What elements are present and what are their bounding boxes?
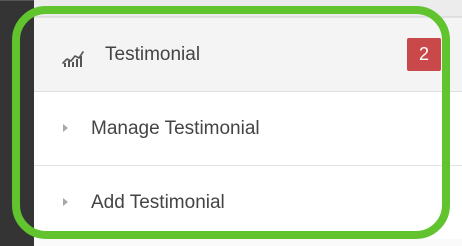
testimonial-menu-title: Testimonial (105, 44, 201, 65)
analytics-chart-icon (62, 51, 84, 67)
submenu-item-add-testimonial[interactable]: Add Testimonial (34, 166, 462, 246)
testimonial-menu: Testimonial 2 Manage Testimonial Add Tes… (34, 17, 462, 246)
submenu-item-manage-testimonial[interactable]: Manage Testimonial (34, 92, 462, 166)
content-top-strip (34, 0, 462, 17)
manage-testimonial-label: Manage Testimonial (91, 118, 260, 139)
caret-right-icon (63, 198, 68, 206)
add-testimonial-label: Add Testimonial (91, 192, 225, 213)
testimonial-menu-header[interactable]: Testimonial 2 (34, 18, 462, 92)
page-dark-edge (0, 0, 34, 246)
page-edge-seam (0, 0, 34, 1)
caret-right-icon (63, 124, 68, 132)
notification-count-badge: 2 (407, 38, 441, 71)
menu-bottom-shade (34, 239, 462, 246)
